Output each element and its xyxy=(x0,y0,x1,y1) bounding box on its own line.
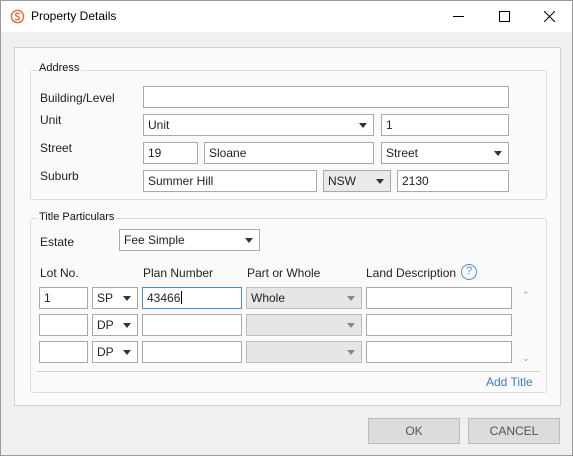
land-description-input[interactable] xyxy=(366,341,512,363)
chevron-down-icon xyxy=(347,296,355,301)
plan-type-value: SP xyxy=(97,291,114,305)
text-caret xyxy=(181,291,183,304)
lot-no-header: Lot No. xyxy=(40,266,79,280)
estate-select[interactable]: Fee Simple xyxy=(119,229,260,251)
add-title-link[interactable]: Add Title xyxy=(486,375,533,389)
land-description-input[interactable] xyxy=(366,287,512,309)
street-type-select[interactable]: Street xyxy=(381,142,509,164)
chevron-down-icon xyxy=(376,179,384,184)
street-label: Street xyxy=(40,141,73,155)
suburb-input[interactable]: Summer Hill xyxy=(143,170,317,192)
part-or-whole-select[interactable] xyxy=(246,314,362,336)
postcode-input[interactable]: 2130 xyxy=(397,170,509,192)
chevron-down-icon xyxy=(347,350,355,355)
minimize-icon xyxy=(452,16,464,17)
title-bar: Property Details xyxy=(1,1,572,32)
close-button[interactable] xyxy=(526,1,572,32)
part-or-whole-select[interactable]: Whole xyxy=(246,287,362,309)
unit-type-select[interactable]: Unit xyxy=(143,114,374,136)
app-logo-icon xyxy=(10,9,25,24)
property-details-dialog: Property Details Address Building/Level … xyxy=(0,0,573,456)
part-or-whole-select[interactable] xyxy=(246,341,362,363)
lot-no-input[interactable] xyxy=(39,314,88,336)
street-type-value: Street xyxy=(386,146,419,160)
unit-type-value: Unit xyxy=(148,118,170,132)
plan-type-value: DP xyxy=(97,345,114,359)
scroll-up-icon[interactable]: ⌃ xyxy=(522,290,530,301)
title-particulars-label: Title Particulars xyxy=(37,211,117,223)
address-group-label: Address xyxy=(37,62,82,74)
plan-type-select[interactable]: SP xyxy=(92,287,138,309)
help-icon[interactable]: ? xyxy=(461,264,477,280)
part-or-whole-value: Whole xyxy=(251,291,286,305)
building-level-input[interactable] xyxy=(143,86,509,108)
chevron-down-icon xyxy=(245,238,253,243)
chevron-down-icon xyxy=(123,296,131,301)
maximize-icon xyxy=(498,11,510,22)
lot-no-input[interactable] xyxy=(39,341,88,363)
part-or-whole-header: Part or Whole xyxy=(247,266,321,280)
unit-number-input[interactable]: 1 xyxy=(381,114,509,136)
plan-number-header: Plan Number xyxy=(143,266,214,280)
minimize-button[interactable] xyxy=(435,1,481,32)
state-value: NSW xyxy=(328,174,356,188)
content-panel: Address Building/Level Unit Unit 1 Stree… xyxy=(14,47,561,406)
suburb-label: Suburb xyxy=(40,169,79,183)
lot-no-input[interactable]: 1 xyxy=(39,287,88,309)
unit-label: Unit xyxy=(40,113,62,127)
scroll-down-icon[interactable]: ⌄ xyxy=(522,353,530,364)
chevron-down-icon xyxy=(494,151,502,156)
plan-number-value: 43466 xyxy=(147,291,181,305)
street-number-input[interactable]: 19 xyxy=(143,142,198,164)
chevron-down-icon xyxy=(123,323,131,328)
estate-value: Fee Simple xyxy=(124,233,185,247)
window-title: Property Details xyxy=(31,9,117,23)
street-name-input[interactable]: Sloane xyxy=(204,142,374,164)
plan-number-input[interactable] xyxy=(142,314,242,336)
close-icon xyxy=(543,11,555,22)
divider xyxy=(37,371,541,372)
land-description-header: Land Description xyxy=(366,266,457,280)
building-level-label: Building/Level xyxy=(40,91,115,105)
chevron-down-icon xyxy=(347,323,355,328)
estate-label: Estate xyxy=(40,235,75,249)
plan-type-value: DP xyxy=(97,318,114,332)
state-select[interactable]: NSW xyxy=(323,170,391,192)
chevron-down-icon xyxy=(359,123,367,128)
maximize-button[interactable] xyxy=(481,1,527,32)
chevron-down-icon xyxy=(123,350,131,355)
plan-type-select[interactable]: DP xyxy=(92,314,138,336)
plan-type-select[interactable]: DP xyxy=(92,341,138,363)
ok-button[interactable]: OK xyxy=(368,418,460,444)
land-description-input[interactable] xyxy=(366,314,512,336)
cancel-button[interactable]: CANCEL xyxy=(468,418,560,444)
plan-number-input[interactable] xyxy=(142,341,242,363)
plan-number-input[interactable]: 43466 xyxy=(142,287,242,309)
